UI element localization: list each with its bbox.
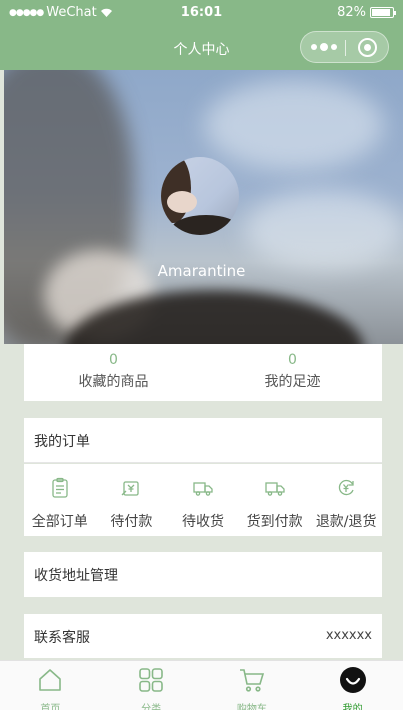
truck-icon [193,482,213,496]
stat-value: 0 [288,352,297,368]
tab-category[interactable]: 分类 [101,661,202,710]
stat-label: 收藏的商品 [78,374,149,390]
order-pending-payment-label: 待付款 [110,514,153,530]
battery-percent: 82% [337,5,366,20]
order-cod[interactable]: 货到付款 [239,464,311,536]
menu-capsule [300,31,389,63]
order-all[interactable]: 全部订单 [24,464,96,536]
customer-service-row[interactable]: 联系客服 xxxxxx [24,614,382,658]
grid-icon [139,668,163,692]
stats-card: 0 收藏的商品 0 我的足迹 [24,344,382,401]
tab-home[interactable]: 首页 [0,661,101,710]
username: Amarantine [157,262,246,280]
tab-profile[interactable]: 我的 [302,661,403,710]
payment-icon [121,481,140,496]
tab-cart[interactable]: 购物车 [202,661,303,710]
address-management-row[interactable]: 收货地址管理 [24,552,382,597]
tab-category-label: 分类 [141,704,162,710]
order-cod-label: 货到付款 [246,514,303,530]
profile-icon [339,667,366,693]
stat-footprint[interactable]: 0 我的足迹 [203,344,382,401]
nav-bar: 个人中心 [0,26,403,70]
order-pending-receipt-label: 待收货 [181,514,224,530]
order-refund-label: 退款/退货 [315,514,377,530]
address-management-label: 收货地址管理 [34,568,118,584]
stat-favorites[interactable]: 0 收藏的商品 [24,344,203,401]
tab-home-label: 首页 [40,704,61,710]
home-icon [39,669,62,691]
order-refund[interactable]: 退款/退货 [310,464,382,536]
status-bar: ●●●●● WeChat 16:01 82% [0,0,403,26]
my-orders-title: 我的订单 [34,434,90,450]
truck-icon [264,482,285,496]
battery-icon [370,7,396,18]
order-pending-receipt[interactable]: 待收货 [167,464,239,536]
close-miniprogram-icon[interactable] [358,38,377,57]
tab-profile-label: 我的 [342,704,363,710]
customer-service-value: xxxxxx [325,628,372,643]
tab-cart-label: 购物车 [236,704,267,710]
cart-icon [239,669,264,692]
battery: 82% [337,5,396,20]
customer-service-label: 联系客服 [34,630,90,646]
order-status-bar: 全部订单 待付款 待收货 货到付款 退款/退货 [24,464,382,536]
clipboard-icon [52,477,68,498]
capsule-divider [345,40,346,56]
stat-value: 0 [109,352,118,368]
avatar[interactable] [161,157,239,235]
my-orders-row[interactable]: 我的订单 [24,418,382,463]
order-pending-payment[interactable]: 待付款 [96,464,168,536]
order-all-label: 全部订单 [31,514,88,530]
refund-icon [338,479,354,496]
more-options-icon[interactable] [311,41,337,53]
tab-bar: 首页 分类 购物车 我的 [0,660,403,710]
stat-label: 我的足迹 [264,374,321,390]
